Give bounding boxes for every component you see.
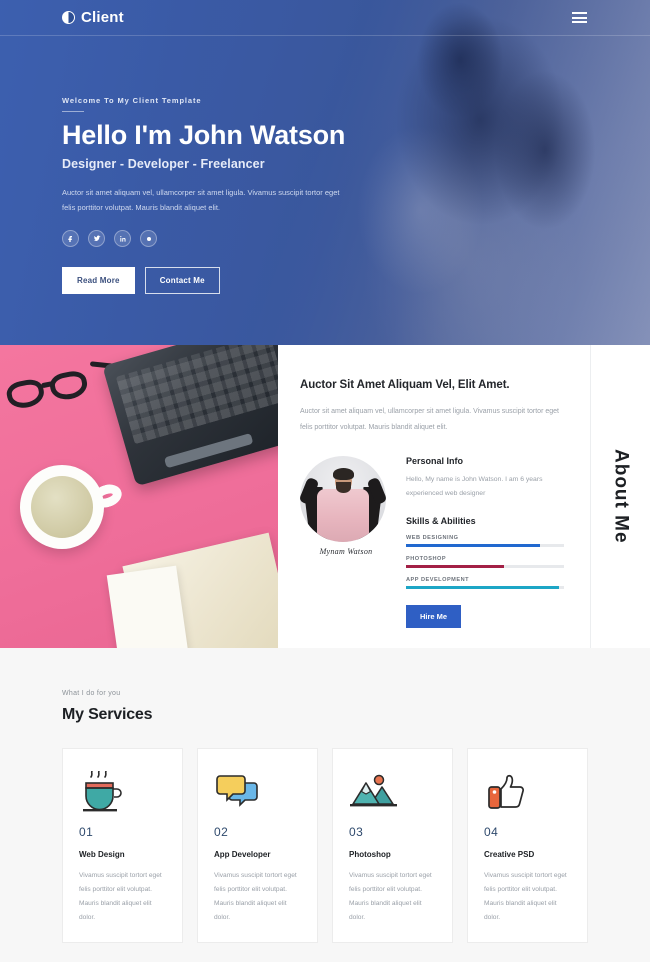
skill-row: WEB DESIGNING [406,535,564,548]
hero-subtitle: Designer - Developer - Freelancer [62,156,265,171]
skills-title: Skills & Abilities [406,516,476,527]
social-links [62,230,588,248]
service-number: 04 [484,825,499,839]
service-card[interactable]: 03 Photoshop Vivamus suscipit tortort eg… [332,748,453,944]
skill-bar-fill [406,544,541,548]
lens-left [4,377,47,411]
about-me-text: About Me [610,449,632,544]
skill-label: APP DEVELOPMENT [406,577,470,584]
about-desk-photo [0,345,278,648]
site-logo[interactable]: Client [62,9,124,26]
top-navigation-bar: Client [0,0,650,36]
lens-right [47,368,90,403]
skill-label: WEB DESIGNING [406,535,459,542]
skill-row: PHOTOSHOP [406,556,564,569]
skill-bar-track [406,586,564,590]
service-text: Vivamus suscipit tortort eget felis port… [484,872,567,921]
burger-line [572,21,587,23]
hero-buttons: Read More Contact Me [62,267,588,295]
linkedin-icon[interactable] [114,230,131,248]
burger-line [572,16,587,19]
service-text: Vivamus suscipit tortort eget felis port… [79,872,162,921]
avatar-beard [335,481,351,493]
contact-me-button[interactable]: Contact Me [144,267,220,295]
hero-title: Hello I'm John Watson [62,120,346,150]
services-kicker: What I do for you [62,690,121,697]
service-name: Creative PSD [484,850,535,859]
service-text: Vivamus suscipit tortort eget felis port… [214,872,297,921]
hero-paragraph: Auctor sit amet aliquam vel, ullamcorper… [62,187,340,213]
personal-info-title: Personal Info [406,455,464,466]
twitter-icon[interactable] [88,230,105,248]
skill-bar-fill [406,565,504,569]
hire-me-button[interactable]: Hire Me [406,605,462,629]
service-name: Photoshop [349,850,391,859]
hamburger-menu-icon[interactable] [571,9,588,26]
coffee-mug-object [20,465,104,549]
logo-text: Client [81,9,124,26]
avatar-torso [317,488,369,542]
service-card[interactable]: 02 App Developer Vivamus suscipit tortor… [197,748,318,944]
avatar [300,455,386,542]
hero-welcome-text: Welcome To My Client Template [62,96,202,105]
signature-text: Mynam Watson [319,546,373,556]
hero-content: Welcome To My Client Template Hello I'm … [0,36,650,295]
services-section: What I do for you My Services 01 Web Des… [0,648,650,962]
google-plus-icon[interactable] [140,230,157,248]
service-name: App Developer [214,850,271,859]
hero-section: Client Welcome To My Client Template Hel… [0,0,650,345]
personal-info-block: Mynam Watson Personal Info Hello, My nam… [300,455,564,629]
service-card[interactable]: 04 Creative PSD Vivamus suscipit tortort… [467,748,588,944]
about-heading: Auctor Sit Amet Aliquam Vel, Elit Amet. [300,379,510,391]
service-number: 03 [349,825,364,839]
service-text: Vivamus suscipit tortort eget felis port… [349,872,432,921]
thumbs-up-icon [484,769,571,817]
about-me-side-label: About Me [590,345,650,648]
service-name: Web Design [79,850,125,859]
skill-bar-track [406,565,564,569]
coffee-cup-icon [79,769,166,817]
contrast-circle-icon [62,11,75,24]
speech-bubbles-icon [214,769,301,817]
skill-row: APP DEVELOPMENT [406,577,564,590]
avatar-hair [332,467,354,480]
skill-bar-fill [406,586,560,590]
personal-info-text: Hello, My name is John Watson. I am 6 ye… [406,475,543,497]
read-more-button[interactable]: Read More [62,267,135,295]
avatar-column: Mynam Watson [300,455,392,629]
page-root: Client Welcome To My Client Template Hel… [0,0,650,962]
skill-bar-track [406,544,564,548]
about-paragraph: Auctor sit amet aliquam vel, ullamcorper… [300,408,559,431]
skill-label: PHOTOSHOP [406,556,447,563]
facebook-icon[interactable] [62,230,79,248]
personal-info-column: Personal Info Hello, My name is John Wat… [406,456,564,629]
service-card[interactable]: 01 Web Design Vivamus suscipit tortort e… [62,748,183,944]
hero-divider [62,111,84,112]
about-section: Auctor Sit Amet Aliquam Vel, Elit Amet. … [0,345,650,648]
service-number: 01 [79,825,94,839]
burger-line [572,12,587,14]
service-cards: 01 Web Design Vivamus suscipit tortort e… [62,748,588,944]
service-number: 02 [214,825,229,839]
services-title: My Services [62,706,153,723]
mountain-landscape-icon [349,769,436,817]
